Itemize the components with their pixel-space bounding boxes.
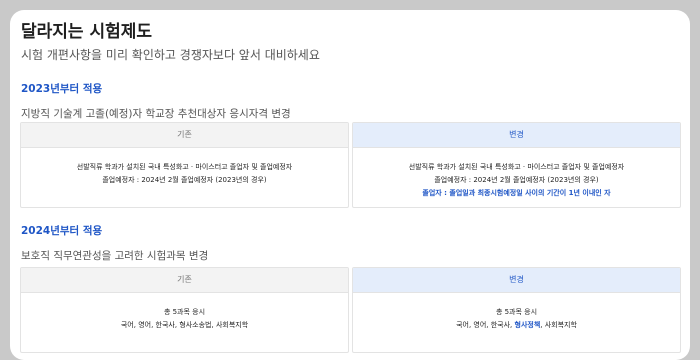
comparison-2024: 기존 총 5과목 응시 국어, 영어, 한국사, 형사소송법, 사회복지학 변경… bbox=[20, 267, 681, 353]
after-column: 변경 선발직류 학과가 설치된 국내 특성화고 · 마이스터고 졸업자 및 졸업… bbox=[352, 122, 681, 208]
after-line: 선발직류 학과가 설치된 국내 특성화고 · 마이스터고 졸업자 및 졸업예정자 bbox=[408, 163, 625, 171]
before-content: 선발직류 학과가 설치된 국내 특성화고 · 마이스터고 졸업자 및 졸업예정자… bbox=[21, 148, 348, 187]
after-header: 변경 bbox=[353, 123, 680, 148]
changed-subject: 형사정책 bbox=[514, 321, 541, 329]
before-header: 기존 bbox=[21, 123, 348, 148]
after-column: 변경 총 5과목 응시 국어, 영어, 한국사, 형사정책, 사회복지학 bbox=[352, 267, 681, 353]
before-header: 기존 bbox=[21, 268, 348, 293]
before-content: 총 5과목 응시 국어, 영어, 한국사, 형사소송법, 사회복지학 bbox=[21, 293, 348, 332]
exam-changes-card: 달라지는 시험제도 시험 개편사항을 미리 확인하고 경쟁자보다 앞서 대비하세… bbox=[10, 10, 690, 360]
before-line: 선발직류 학과가 설치된 국내 특성화고 · 마이스터고 졸업자 및 졸업예정자 bbox=[76, 163, 293, 171]
before-line: 졸업예정자 : 2024년 2월 졸업예정자 (2023년의 경우) bbox=[102, 176, 267, 184]
subject-list: 국어, 영어, 한국사, bbox=[456, 321, 515, 329]
subject-list-end: , 사회복지학 bbox=[540, 321, 577, 329]
comparison-2023: 기존 선발직류 학과가 설치된 국내 특성화고 · 마이스터고 졸업자 및 졸업… bbox=[20, 122, 681, 208]
before-column: 기존 총 5과목 응시 국어, 영어, 한국사, 형사소송법, 사회복지학 bbox=[20, 267, 349, 353]
before-line: 총 5과목 응시 bbox=[163, 308, 206, 316]
after-line: 총 5과목 응시 bbox=[495, 308, 538, 316]
section-title-2024: 2024년부터 적용 bbox=[21, 225, 103, 237]
page-title: 달라지는 시험제도 bbox=[21, 22, 153, 42]
before-column: 기존 선발직류 학과가 설치된 국내 특성화고 · 마이스터고 졸업자 및 졸업… bbox=[20, 122, 349, 208]
after-line: 졸업예정자 : 2024년 2월 졸업예정자 (2023년의 경우) bbox=[434, 176, 599, 184]
after-header: 변경 bbox=[353, 268, 680, 293]
section-desc-2023: 지방직 기술계 고졸(예정)자 학교장 추천대상자 응시자격 변경 bbox=[21, 108, 291, 120]
section-desc-2024: 보호직 직무연관성을 고려한 시험과목 변경 bbox=[21, 250, 209, 262]
before-line: 국어, 영어, 한국사, 형사소송법, 사회복지학 bbox=[120, 321, 249, 329]
section-title-2023: 2023년부터 적용 bbox=[21, 83, 103, 95]
after-line: 국어, 영어, 한국사, 형사정책, 사회복지학 bbox=[353, 319, 680, 332]
after-content: 선발직류 학과가 설치된 국내 특성화고 · 마이스터고 졸업자 및 졸업예정자… bbox=[353, 148, 680, 200]
after-content: 총 5과목 응시 국어, 영어, 한국사, 형사정책, 사회복지학 bbox=[353, 293, 680, 332]
page-subtitle: 시험 개편사항을 미리 확인하고 경쟁자보다 앞서 대비하세요 bbox=[21, 48, 320, 62]
after-line-highlight: 졸업자 : 졸업일과 최종시험예정일 사이의 기간이 1년 이내인 자 bbox=[422, 189, 611, 197]
